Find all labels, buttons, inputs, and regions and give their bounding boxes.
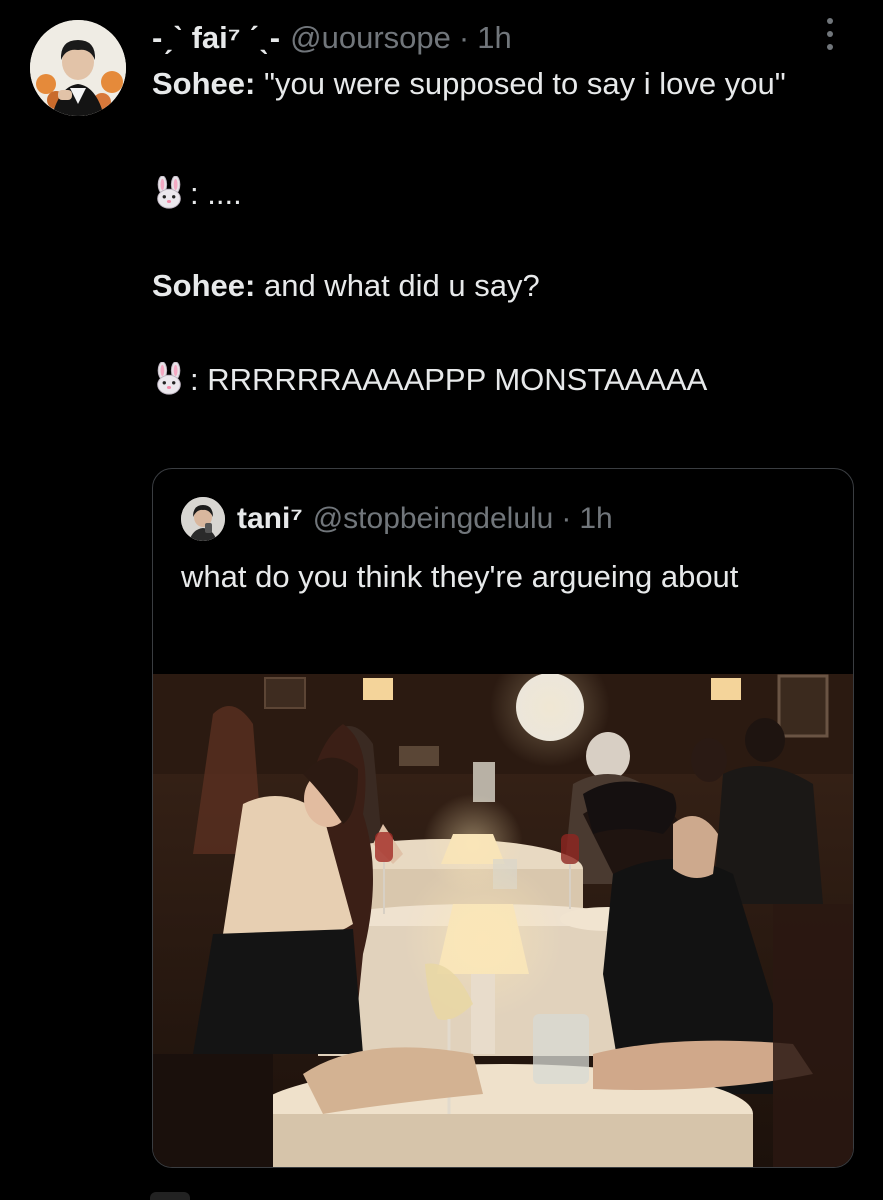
- tweet-text: Sohee: "you were supposed to say i love …: [152, 62, 842, 402]
- separator: ·: [561, 502, 572, 535]
- tweet-line: Sohee: "you were supposed to say i love …: [152, 62, 842, 106]
- avatar[interactable]: [30, 20, 126, 116]
- line-text: and what did u say?: [255, 268, 540, 303]
- quoted-tweet-text: what do you think they're argueing about: [181, 559, 739, 594]
- quoted-tweet[interactable]: tani⁷ @stopbeingdelulu · 1h what do you …: [152, 468, 854, 1168]
- display-name[interactable]: -ˏˋ fai⁷ ˊˎ-: [152, 20, 280, 56]
- speaker-label: Sohee:: [152, 268, 256, 303]
- line-text: "you were supposed to say i love you": [255, 66, 786, 101]
- more-vertical-icon[interactable]: [820, 14, 840, 54]
- next-item-edge: [150, 1192, 190, 1200]
- line-text: : ....: [190, 176, 242, 211]
- speaker-label: Sohee:: [152, 66, 256, 101]
- quoted-user-handle[interactable]: @stopbeingdelulu: [313, 502, 554, 536]
- user-handle[interactable]: @uoursope: [290, 20, 451, 56]
- tweet-header: -ˏˋ fai⁷ ˊˎ- @uoursope · 1h: [152, 14, 512, 62]
- rabbit-face-emoji-icon: [157, 362, 181, 395]
- rabbit-face-emoji-icon: [157, 176, 181, 209]
- quoted-timestamp[interactable]: 1h: [579, 502, 612, 536]
- quoted-media-image[interactable]: [153, 647, 853, 1167]
- tweet-line: Sohee: and what did u say?: [152, 264, 842, 308]
- timestamp[interactable]: 1h: [477, 20, 511, 56]
- quoted-tweet-header: tani⁷ @stopbeingdelulu · 1h: [181, 497, 613, 541]
- tweet-line: : ....: [152, 172, 842, 216]
- quoted-avatar[interactable]: [181, 497, 225, 541]
- line-text: : RRRRRRAAAAPPP MONSTAAAAA: [190, 362, 708, 397]
- separator: ·: [458, 20, 470, 55]
- tweet-line: : RRRRRRAAAAPPP MONSTAAAAA: [152, 358, 842, 402]
- quoted-display-name[interactable]: tani⁷: [237, 502, 303, 536]
